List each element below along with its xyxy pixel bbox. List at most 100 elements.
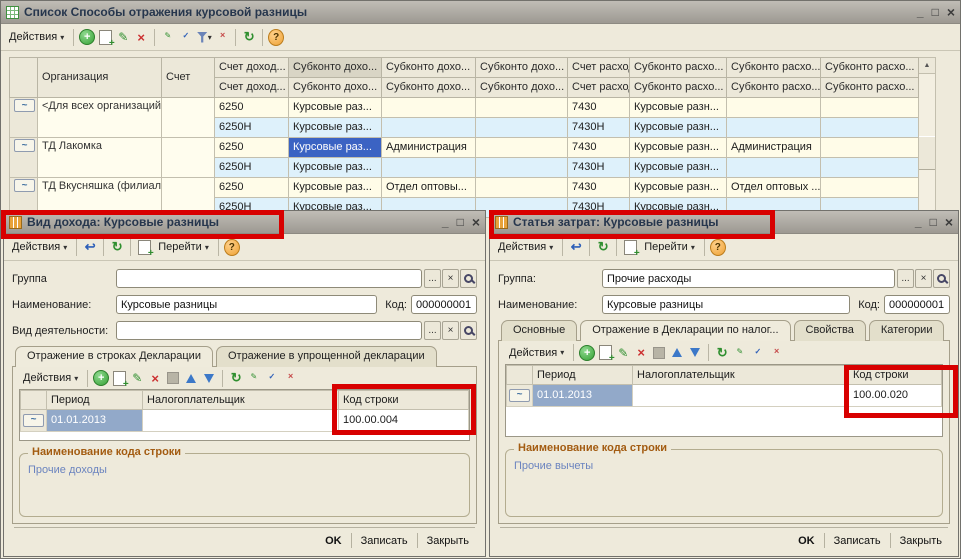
ellipsis-button[interactable]: ... [424,269,441,288]
lookup-button[interactable] [933,269,950,288]
cell[interactable]: Курсовые разн... [630,178,727,198]
cell[interactable] [476,98,568,118]
scrollbar-thumb[interactable] [919,136,935,170]
copy-button[interactable] [597,345,613,361]
maximize-icon[interactable]: □ [930,217,937,227]
edit-button[interactable]: ✎ [115,29,131,45]
move-down-button[interactable] [201,370,217,386]
cell[interactable]: Администрация [382,138,476,158]
ok-button[interactable]: OK [798,535,815,547]
refresh-button[interactable]: ↻ [228,370,244,386]
actions-menu-button[interactable]: Действия ▾ [494,239,557,255]
column-header-org[interactable]: Организация [38,58,162,98]
cell[interactable] [476,118,568,138]
cell[interactable]: Курсовые разн... [630,158,727,178]
cell-org[interactable]: ТД Лакомка [38,138,162,178]
finish-edit-button[interactable] [165,370,181,386]
cell[interactable] [821,98,919,118]
cell-org[interactable]: <Для всех организаций> [38,98,162,138]
copy-button[interactable] [622,239,638,255]
reread-button[interactable]: ↩ [82,239,98,255]
scroll-up-icon[interactable]: ▲ [919,58,935,74]
marker-column-header[interactable] [10,58,38,98]
add-button[interactable]: + [79,29,95,45]
add-button[interactable]: + [579,345,595,361]
refresh-button[interactable]: ↻ [595,239,611,255]
actions-menu-button[interactable]: Действия ▾ [19,370,82,386]
minimize-icon[interactable]: _ [917,7,924,17]
cell[interactable]: 6250Н [215,158,289,178]
column-header-expense-sub3[interactable]: Субконто расхо... [821,78,919,98]
clear-button[interactable]: × [442,321,459,340]
name-field[interactable] [116,295,377,314]
close-icon[interactable]: × [947,7,955,17]
filter-sort-button[interactable] [246,370,262,386]
goto-menu-button[interactable]: Перейти ▾ [640,239,699,255]
column-header-income-sub2[interactable]: Субконто дохо... [382,78,476,98]
close-icon[interactable]: × [945,217,953,227]
maximize-icon[interactable]: □ [457,217,464,227]
cell-account[interactable] [162,98,215,138]
tab-main[interactable]: Основные [501,320,577,341]
cell-period[interactable]: 01.01.2013 [533,384,633,406]
cell[interactable]: 7430 [568,138,630,158]
refresh-button[interactable]: ↻ [109,239,125,255]
clear-button[interactable]: × [442,269,459,288]
refresh-button[interactable]: ↻ [241,29,257,45]
copy-button[interactable] [136,239,152,255]
column-header-income-account[interactable]: Счет доход... [215,58,289,78]
cell[interactable]: Курсовые разн... [630,118,727,138]
selected-cell[interactable]: Курсовые раз... [289,138,382,158]
filter-history-button[interactable]: ▾ [196,29,212,45]
close-icon[interactable]: × [472,217,480,227]
cell[interactable] [727,118,821,138]
cell[interactable]: Отдел оптовых ... [727,178,821,198]
cell[interactable] [821,158,919,178]
add-button[interactable]: + [93,370,109,386]
cell[interactable]: Курсовые разн... [630,138,727,158]
cell[interactable] [727,98,821,118]
clear-button[interactable]: × [915,269,932,288]
cell[interactable]: Курсовые раз... [289,178,382,198]
column-header-income-sub3[interactable]: Субконто дохо... [476,58,568,78]
column-header-taxpayer[interactable]: Налогоплательщик [143,390,339,409]
code-field[interactable] [884,295,950,314]
tab-tax-declaration[interactable]: Отражение в Декларации по налог... [580,320,790,341]
close-button[interactable]: Закрыть [427,535,469,547]
cell[interactable]: Курсовые раз... [289,158,382,178]
column-header-expense-sub3[interactable]: Субконто расхо... [821,58,919,78]
copy-button[interactable] [97,29,113,45]
edit-button[interactable]: ✎ [129,370,145,386]
cell[interactable]: 6250 [215,98,289,118]
column-header-period[interactable]: Период [533,365,633,384]
column-header-expense-sub2[interactable]: Субконто расхо... [727,78,821,98]
vertical-scrollbar[interactable]: ▲ [919,57,936,211]
reread-button[interactable]: ↩ [568,239,584,255]
filter-by-value-button[interactable] [750,345,766,361]
cell[interactable]: Курсовые разн... [630,98,727,118]
close-button[interactable]: Закрыть [900,535,942,547]
marker-column-header[interactable] [21,390,47,409]
column-header-expense-account[interactable]: Счет расход... [568,58,630,78]
delete-button[interactable]: × [133,29,149,45]
cell[interactable]: Курсовые раз... [289,98,382,118]
goto-menu-button[interactable]: Перейти ▾ [154,239,213,255]
tab-properties[interactable]: Свойства [794,320,866,341]
move-up-button[interactable] [183,370,199,386]
cell[interactable] [382,98,476,118]
tab-declaration-lines[interactable]: Отражение в строках Декларации [15,346,213,367]
cell[interactable]: Отдел оптовы... [382,178,476,198]
filter-by-value-button[interactable] [264,370,280,386]
minimize-icon[interactable]: _ [442,217,449,227]
delete-button[interactable]: × [633,345,649,361]
cell[interactable] [821,138,919,158]
clear-filter-button[interactable] [282,370,298,386]
column-header-taxpayer[interactable]: Налогоплательщик [633,365,849,384]
column-header-account[interactable]: Счет [162,58,215,98]
cell[interactable]: 7430Н [568,118,630,138]
column-header-expense-sub2[interactable]: Субконто расхо... [727,58,821,78]
tab-categories[interactable]: Категории [869,320,945,341]
write-button[interactable]: Записать [834,535,881,547]
cell[interactable]: 7430 [568,178,630,198]
filter-sort-button[interactable] [732,345,748,361]
